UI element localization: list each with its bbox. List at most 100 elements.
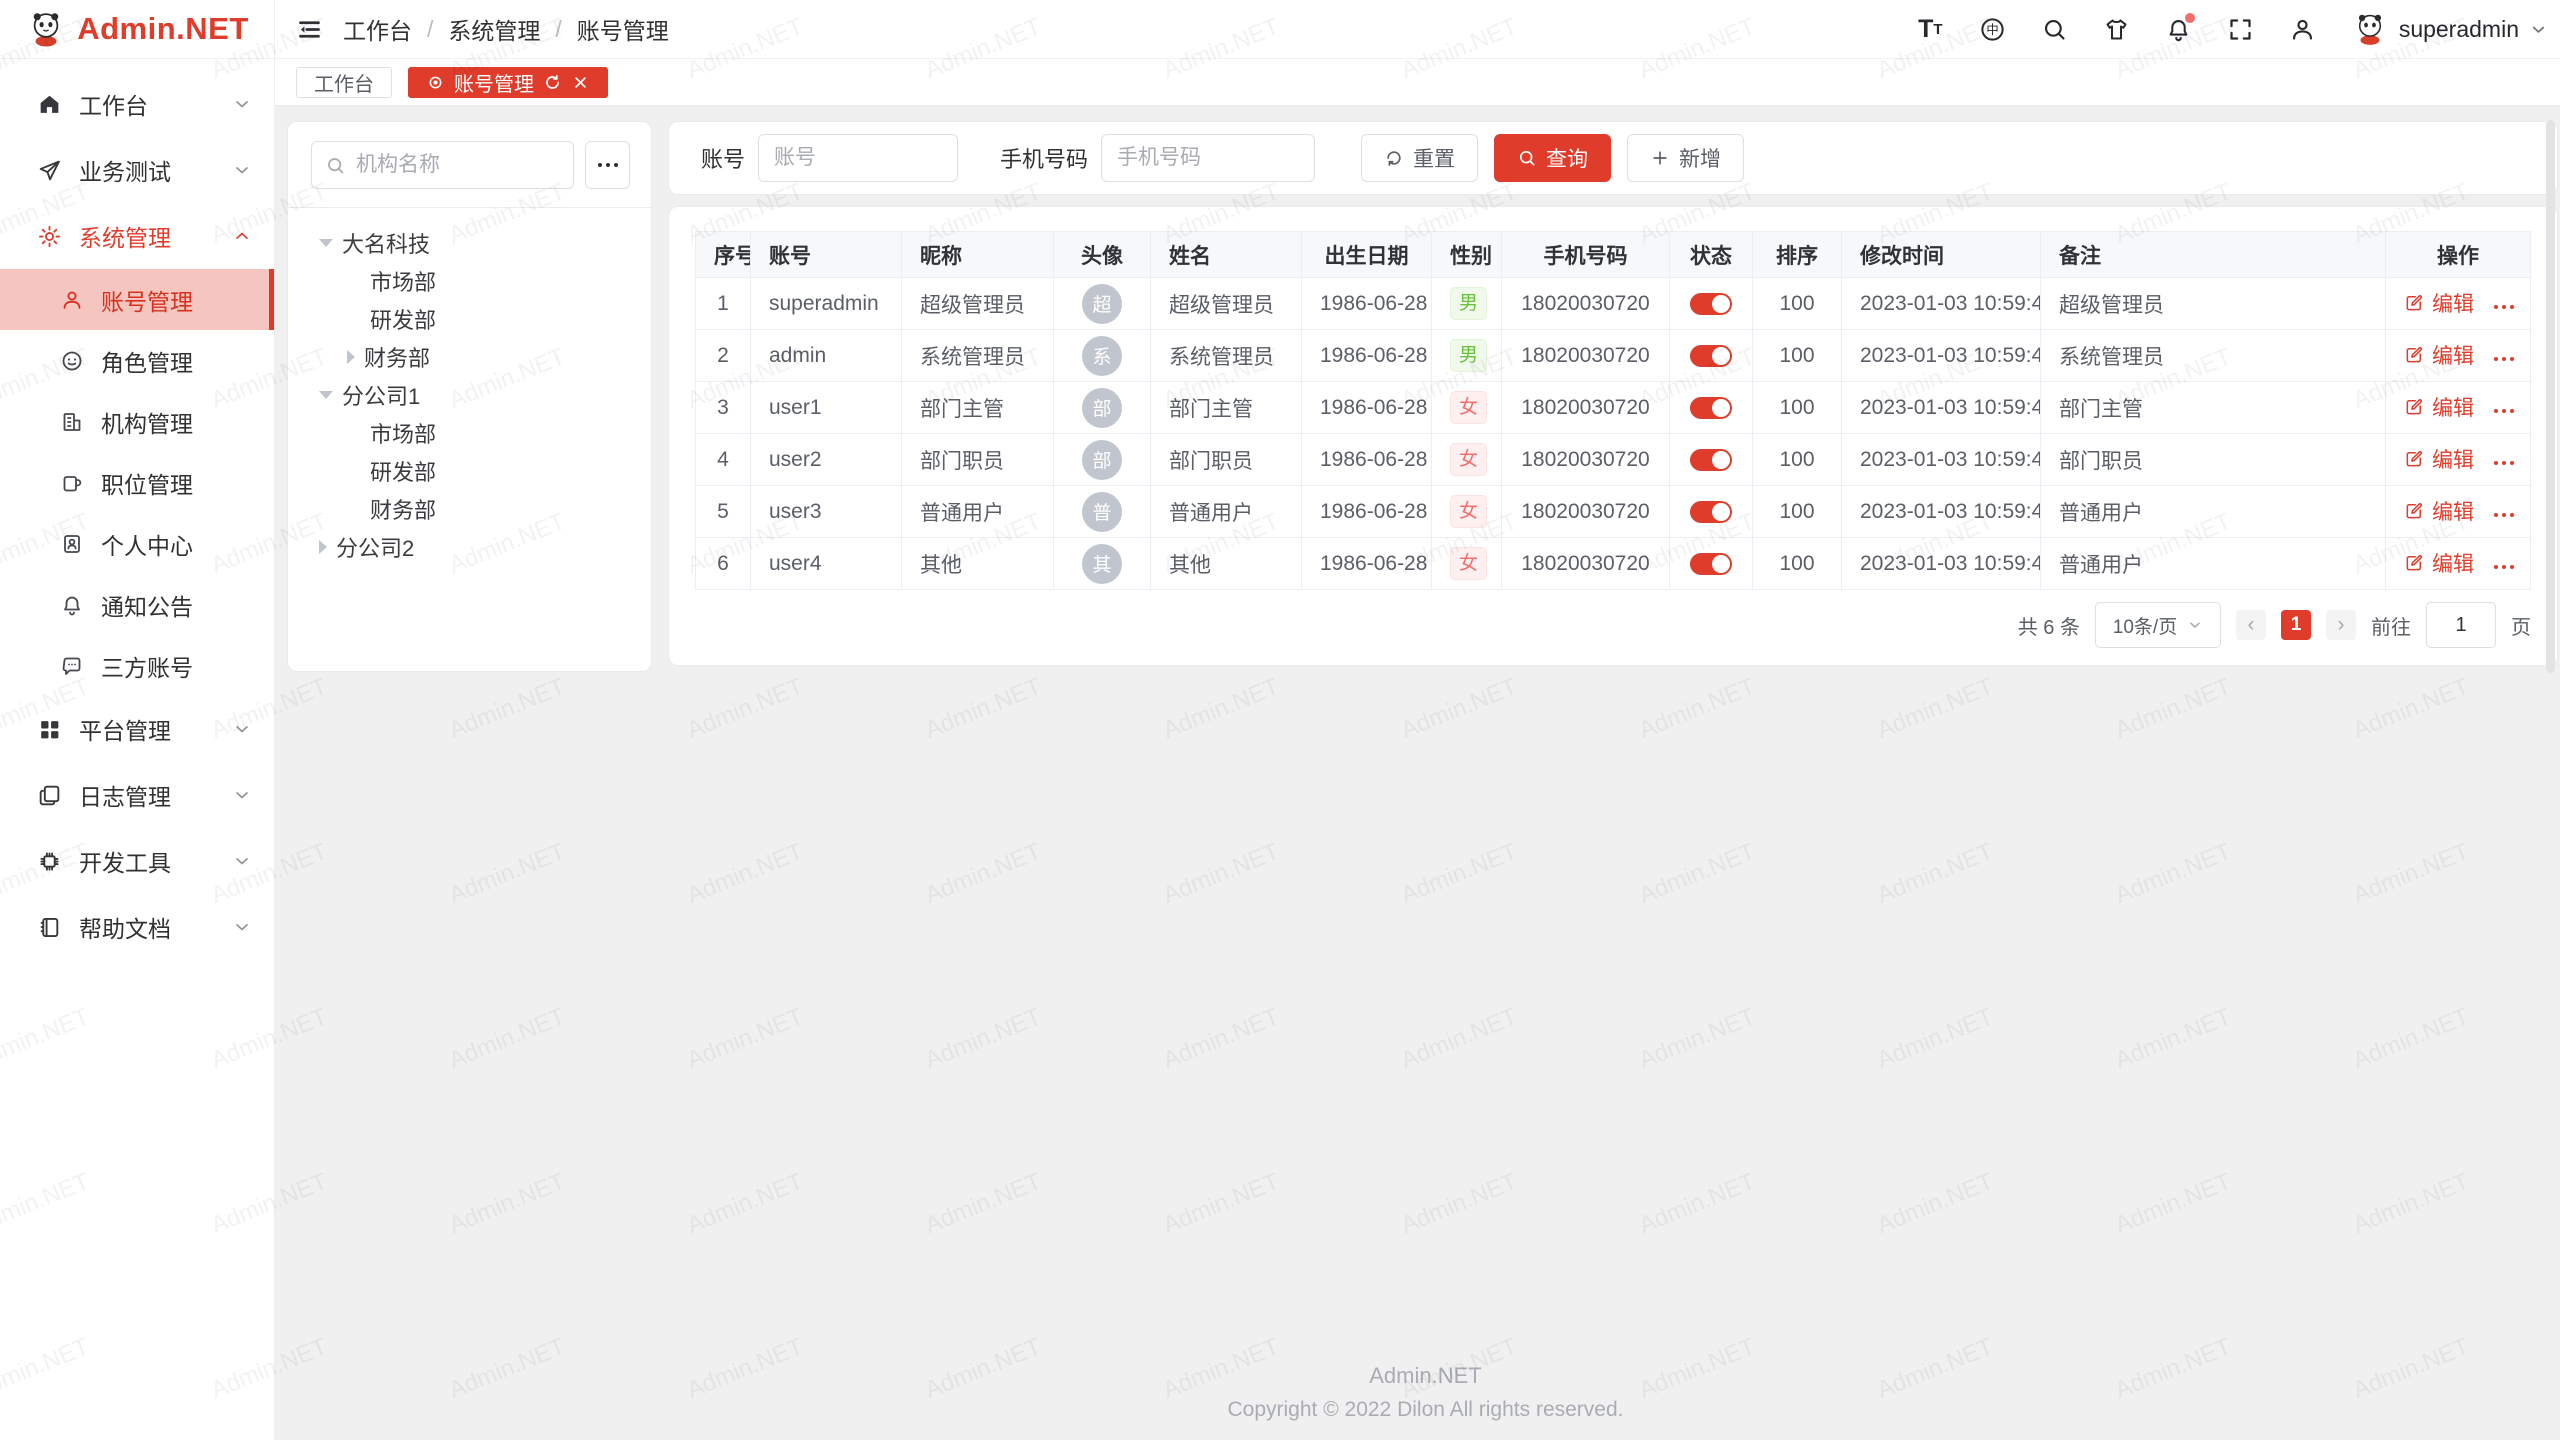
more-icon[interactable] (585, 141, 630, 189)
next-page-button[interactable]: › (2326, 610, 2356, 640)
dot-circle-icon (426, 73, 445, 92)
tab-account-management[interactable]: 账号管理 (408, 67, 608, 98)
row-more-icon[interactable] (2494, 409, 2514, 413)
tree-node[interactable]: 分公司1 (288, 376, 651, 414)
app-root: Admin.NET 工作台 业务测试 系统管理 账号管理 (0, 0, 2560, 1440)
chevron-down-icon (2187, 617, 2203, 633)
account-label: 账号 (701, 142, 745, 174)
edit-button[interactable]: 编辑 (2404, 444, 2474, 474)
status-toggle[interactable] (1690, 449, 1732, 471)
add-button[interactable]: 新增 (1627, 134, 1744, 182)
goto-label: 前往 (2371, 611, 2411, 640)
plus-icon (1650, 148, 1670, 168)
scrollbar[interactable] (2546, 120, 2555, 673)
phone-input[interactable] (1101, 134, 1315, 182)
row-more-icon[interactable] (2494, 513, 2514, 517)
close-icon[interactable] (571, 73, 590, 92)
org-search[interactable] (311, 141, 574, 189)
search-icon[interactable] (2041, 16, 2068, 43)
position-icon (60, 471, 84, 495)
status-toggle[interactable] (1690, 397, 1732, 419)
search-icon (325, 155, 346, 176)
row-more-icon[interactable] (2494, 357, 2514, 361)
row-more-icon[interactable] (2494, 565, 2514, 569)
accounts-table: 序号 账号 昵称 头像 姓名 出生日期 性别 手机号码 状态 排序 修改时间 (695, 231, 2531, 590)
sidebar-item-role-management[interactable]: 角色管理 (0, 330, 274, 391)
edit-button[interactable]: 编辑 (2404, 548, 2474, 578)
avatar: 超 (1082, 284, 1122, 324)
sidebar-item-workbench[interactable]: 工作台 (0, 71, 274, 137)
org-tree-toolbar (288, 122, 651, 207)
row-more-icon[interactable] (2494, 461, 2514, 465)
chevron-down-icon (232, 917, 252, 937)
search-icon (1517, 148, 1537, 168)
chip-icon (37, 849, 62, 874)
org-search-input[interactable] (356, 153, 560, 177)
sidebar-item-system-management[interactable]: 系统管理 (0, 203, 274, 269)
refresh-icon[interactable] (543, 73, 562, 92)
sidebar-item-org-management[interactable]: 机构管理 (0, 391, 274, 452)
breadcrumb-item[interactable]: 系统管理 (448, 12, 540, 46)
topbar: 工作台 / 系统管理 / 账号管理 TT 中 (275, 0, 2560, 59)
edit-button[interactable]: 编辑 (2404, 288, 2474, 318)
page-footer: Admin.NET Copyright © 2022 Dilon All rig… (275, 1363, 2560, 1422)
edit-button[interactable]: 编辑 (2404, 392, 2474, 422)
search-button[interactable]: 查询 (1494, 134, 1611, 182)
status-toggle[interactable] (1690, 293, 1732, 315)
edit-icon (2404, 449, 2424, 469)
row-more-icon[interactable] (2494, 305, 2514, 309)
table-row: 2 admin 系统管理员 系 系统管理员 1986-06-28 男 18020… (696, 330, 2531, 382)
status-toggle[interactable] (1690, 345, 1732, 367)
sidebar-item-platform-management[interactable]: 平台管理 (0, 696, 274, 762)
tree-node[interactable]: 研发部 (288, 300, 651, 338)
sidebar-item-third-party-account[interactable]: 三方账号 (0, 635, 274, 696)
tree-node[interactable]: 市场部 (288, 414, 651, 452)
reset-button[interactable]: 重置 (1361, 134, 1478, 182)
tree-node[interactable]: 大名科技 (288, 224, 651, 262)
tree-node[interactable]: 分公司2 (288, 528, 651, 566)
tree-node[interactable]: 财务部 (288, 490, 651, 528)
tree-node[interactable]: 研发部 (288, 452, 651, 490)
page-number-button[interactable]: 1 (2281, 610, 2311, 640)
avatar (2351, 10, 2389, 48)
sidebar-item-notice[interactable]: 通知公告 (0, 574, 274, 635)
sidebar-item-account-management[interactable]: 账号管理 (0, 269, 274, 330)
theme-icon[interactable] (2103, 16, 2130, 43)
page-size-select[interactable]: 10条/页 (2095, 602, 2221, 648)
notification-icon[interactable] (2165, 16, 2192, 43)
user-icon[interactable] (2289, 16, 2316, 43)
fullscreen-icon[interactable] (2227, 16, 2254, 43)
tree-node[interactable]: 财务部 (288, 338, 651, 376)
sidebar-item-log-management[interactable]: 日志管理 (0, 762, 274, 828)
avatar: 普 (1082, 492, 1122, 532)
tab-workbench[interactable]: 工作台 (296, 67, 392, 98)
sidebar-item-profile-center[interactable]: 个人中心 (0, 513, 274, 574)
topbar-actions: TT 中 (1917, 10, 2548, 48)
edit-button[interactable]: 编辑 (2404, 340, 2474, 370)
sidebar-item-help-docs[interactable]: 帮助文档 (0, 894, 274, 960)
profile-icon (60, 532, 84, 556)
panda-logo-icon (25, 8, 67, 50)
edit-icon (2404, 345, 2424, 365)
sidebar-item-business-test[interactable]: 业务测试 (0, 137, 274, 203)
edit-button[interactable]: 编辑 (2404, 496, 2474, 526)
language-icon[interactable]: 中 (1979, 16, 2006, 43)
tree-node[interactable]: 市场部 (288, 262, 651, 300)
chevron-up-icon (232, 226, 252, 246)
sidebar-item-dev-tools[interactable]: 开发工具 (0, 828, 274, 894)
user-menu[interactable]: superadmin (2351, 10, 2548, 48)
menu-fold-icon[interactable] (296, 16, 323, 43)
logo[interactable]: Admin.NET (0, 0, 274, 59)
font-size-icon[interactable]: TT (1917, 16, 1944, 43)
prev-page-button[interactable]: ‹ (2236, 610, 2266, 640)
accounts-table-panel: 序号 账号 昵称 头像 姓名 出生日期 性别 手机号码 状态 排序 修改时间 (668, 206, 2558, 666)
breadcrumb-item[interactable]: 工作台 (343, 12, 412, 46)
sidebar-item-position-management[interactable]: 职位管理 (0, 452, 274, 513)
account-input[interactable] (758, 134, 958, 182)
status-toggle[interactable] (1690, 553, 1732, 575)
breadcrumb-item[interactable]: 账号管理 (577, 12, 669, 46)
status-toggle[interactable] (1690, 501, 1732, 523)
org-tree-panel: 大名科技 市场部 研发部 财务部 分公司1 市场部 研发部 财务部 分公司2 (287, 121, 652, 672)
gender-tag: 女 (1450, 495, 1487, 528)
goto-page-input[interactable] (2426, 602, 2496, 648)
